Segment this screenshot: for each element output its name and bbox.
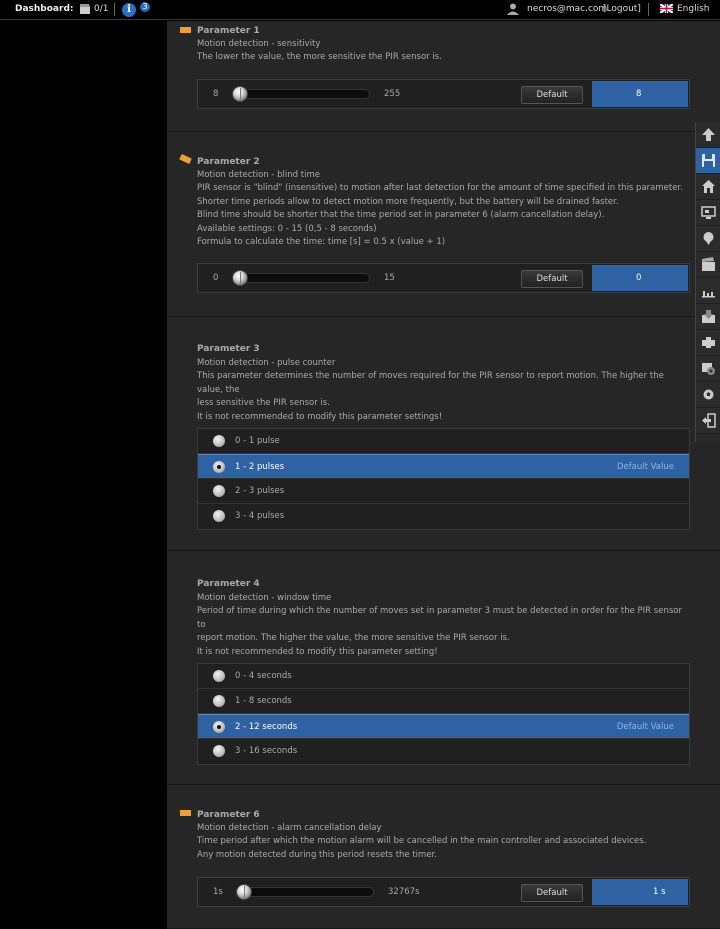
value-display[interactable]: 8 bbox=[592, 81, 688, 107]
parameter-2-section: Parameter 2 Motion detection - blind tim… bbox=[167, 132, 720, 317]
flag-icon bbox=[180, 810, 191, 816]
slider-max: 255 bbox=[384, 89, 401, 99]
radio-button[interactable] bbox=[213, 510, 225, 522]
plugins-icon[interactable] bbox=[696, 330, 720, 356]
parameter-1-section: Parameter 1 Motion detection - sensitivi… bbox=[167, 21, 720, 132]
scenes-icon[interactable] bbox=[696, 252, 720, 278]
save-icon[interactable] bbox=[696, 148, 720, 174]
radio-option[interactable]: 2 - 3 pulses bbox=[198, 479, 689, 504]
radio-label: 0 - 4 seconds bbox=[235, 671, 292, 681]
parameter-description: Motion detection - alarm cancellation de… bbox=[197, 823, 647, 860]
parameter-title: Parameter 6 bbox=[197, 810, 260, 820]
devices-icon[interactable] bbox=[696, 200, 720, 226]
left-sidebar bbox=[0, 21, 167, 929]
dashboard-counter[interactable]: 0/1 bbox=[94, 4, 108, 14]
radio-button[interactable] bbox=[213, 721, 225, 733]
flag-icon bbox=[179, 153, 192, 165]
language-selector[interactable]: English bbox=[677, 4, 710, 14]
parameter-4-section: Parameter 4 Motion detection - window ti… bbox=[167, 551, 720, 785]
radio-label: 1 - 2 pulses bbox=[235, 462, 285, 472]
radio-option[interactable]: 0 - 1 pulse bbox=[198, 429, 689, 454]
radio-label: 1 - 8 seconds bbox=[235, 696, 292, 706]
value-display[interactable]: 0 bbox=[592, 265, 688, 291]
radio-label: 2 - 3 pulses bbox=[235, 486, 285, 496]
slider-handle[interactable] bbox=[232, 86, 248, 102]
slider-track[interactable] bbox=[234, 89, 370, 99]
radio-button[interactable] bbox=[213, 461, 225, 473]
uk-flag-icon[interactable] bbox=[659, 3, 674, 16]
parameter-title: Parameter 3 bbox=[197, 344, 260, 354]
radio-option-selected[interactable]: 1 - 2 pulses Default Value bbox=[198, 454, 689, 479]
slider-min: 1s bbox=[213, 887, 223, 897]
slider-control: 8 255 Default 8 bbox=[197, 79, 690, 109]
settings-icon[interactable] bbox=[696, 356, 720, 382]
notification-badge[interactable]: 3 bbox=[140, 2, 150, 12]
logout-icon[interactable] bbox=[696, 408, 720, 434]
radio-group: 0 - 4 seconds 1 - 8 seconds 2 - 12 secon… bbox=[197, 663, 690, 765]
default-button[interactable]: Default bbox=[521, 884, 583, 902]
parameter-description: Motion detection - window time Period of… bbox=[197, 593, 682, 657]
default-value-tag: Default Value bbox=[616, 462, 674, 472]
slider-track[interactable] bbox=[238, 887, 374, 897]
parameter-panel: Parameter 1 Motion detection - sensitivi… bbox=[167, 21, 720, 929]
parameter-description: Motion detection - blind time PIR sensor… bbox=[197, 170, 683, 248]
user-email: necros@mac.com bbox=[527, 4, 608, 14]
radio-option[interactable]: 1 - 8 seconds bbox=[198, 689, 689, 714]
chart-icon[interactable] bbox=[696, 278, 720, 304]
slider-track[interactable] bbox=[234, 273, 370, 283]
radio-label: 3 - 16 seconds bbox=[235, 746, 298, 756]
slider-handle[interactable] bbox=[236, 884, 252, 900]
slider-control: 1s 32767s Default 1 s bbox=[197, 877, 690, 907]
parameter-description: Motion detection - sensitivity The lower… bbox=[197, 39, 442, 63]
radio-option[interactable]: 0 - 4 seconds bbox=[198, 664, 689, 689]
topbar-divider bbox=[114, 3, 115, 16]
top-bar: Dashboard: 0/1 i 3 necros@mac.com [Logou… bbox=[0, 0, 720, 20]
value-display[interactable]: 1 s bbox=[592, 879, 688, 905]
parameter-title: Parameter 1 bbox=[197, 26, 260, 36]
slider-max: 32767s bbox=[388, 887, 420, 897]
arrow-up-icon[interactable] bbox=[696, 122, 720, 148]
dashboard-label: Dashboard: bbox=[15, 4, 74, 14]
radio-button[interactable] bbox=[213, 485, 225, 497]
radio-label: 0 - 1 pulse bbox=[235, 436, 280, 446]
slider-min: 0 bbox=[213, 273, 219, 283]
radio-button[interactable] bbox=[213, 745, 225, 757]
parameter-6-section: Parameter 6 Motion detection - alarm can… bbox=[167, 785, 720, 929]
soccer-icon[interactable] bbox=[696, 382, 720, 408]
radio-option-selected[interactable]: 2 - 12 seconds Default Value bbox=[198, 714, 689, 739]
home-icon[interactable] bbox=[696, 174, 720, 200]
default-button[interactable]: Default bbox=[521, 86, 583, 104]
radio-group: 0 - 1 pulse 1 - 2 pulses Default Value 2… bbox=[197, 428, 690, 530]
info-icon[interactable]: i bbox=[122, 3, 136, 17]
slider-max: 15 bbox=[384, 273, 395, 283]
radio-label: 2 - 12 seconds bbox=[235, 722, 298, 732]
parameter-title: Parameter 4 bbox=[197, 579, 260, 589]
slider-handle[interactable] bbox=[232, 270, 248, 286]
right-toolbar bbox=[695, 122, 720, 442]
logout-link[interactable]: [Logout] bbox=[603, 4, 641, 14]
radio-option[interactable]: 3 - 16 seconds bbox=[198, 739, 689, 764]
parameter-3-section: Parameter 3 Motion detection - pulse cou… bbox=[167, 317, 720, 551]
default-button[interactable]: Default bbox=[521, 270, 583, 288]
radio-button[interactable] bbox=[213, 695, 225, 707]
radio-option[interactable]: 3 - 4 pulses bbox=[198, 504, 689, 529]
topbar-divider bbox=[648, 3, 649, 16]
slider-control: 0 15 Default 0 bbox=[197, 263, 690, 293]
clapperboard-icon[interactable] bbox=[80, 4, 90, 17]
location-pin-icon[interactable] bbox=[696, 226, 720, 252]
radio-label: 3 - 4 pulses bbox=[235, 511, 285, 521]
slider-min: 8 bbox=[213, 89, 219, 99]
user-icon bbox=[507, 3, 519, 18]
download-icon[interactable] bbox=[696, 304, 720, 330]
radio-button[interactable] bbox=[213, 670, 225, 682]
parameter-description: Motion detection - pulse counter This pa… bbox=[197, 358, 664, 422]
radio-button[interactable] bbox=[213, 435, 225, 447]
default-value-tag: Default Value bbox=[616, 722, 674, 732]
flag-icon bbox=[180, 27, 191, 33]
parameter-title: Parameter 2 bbox=[197, 157, 260, 167]
